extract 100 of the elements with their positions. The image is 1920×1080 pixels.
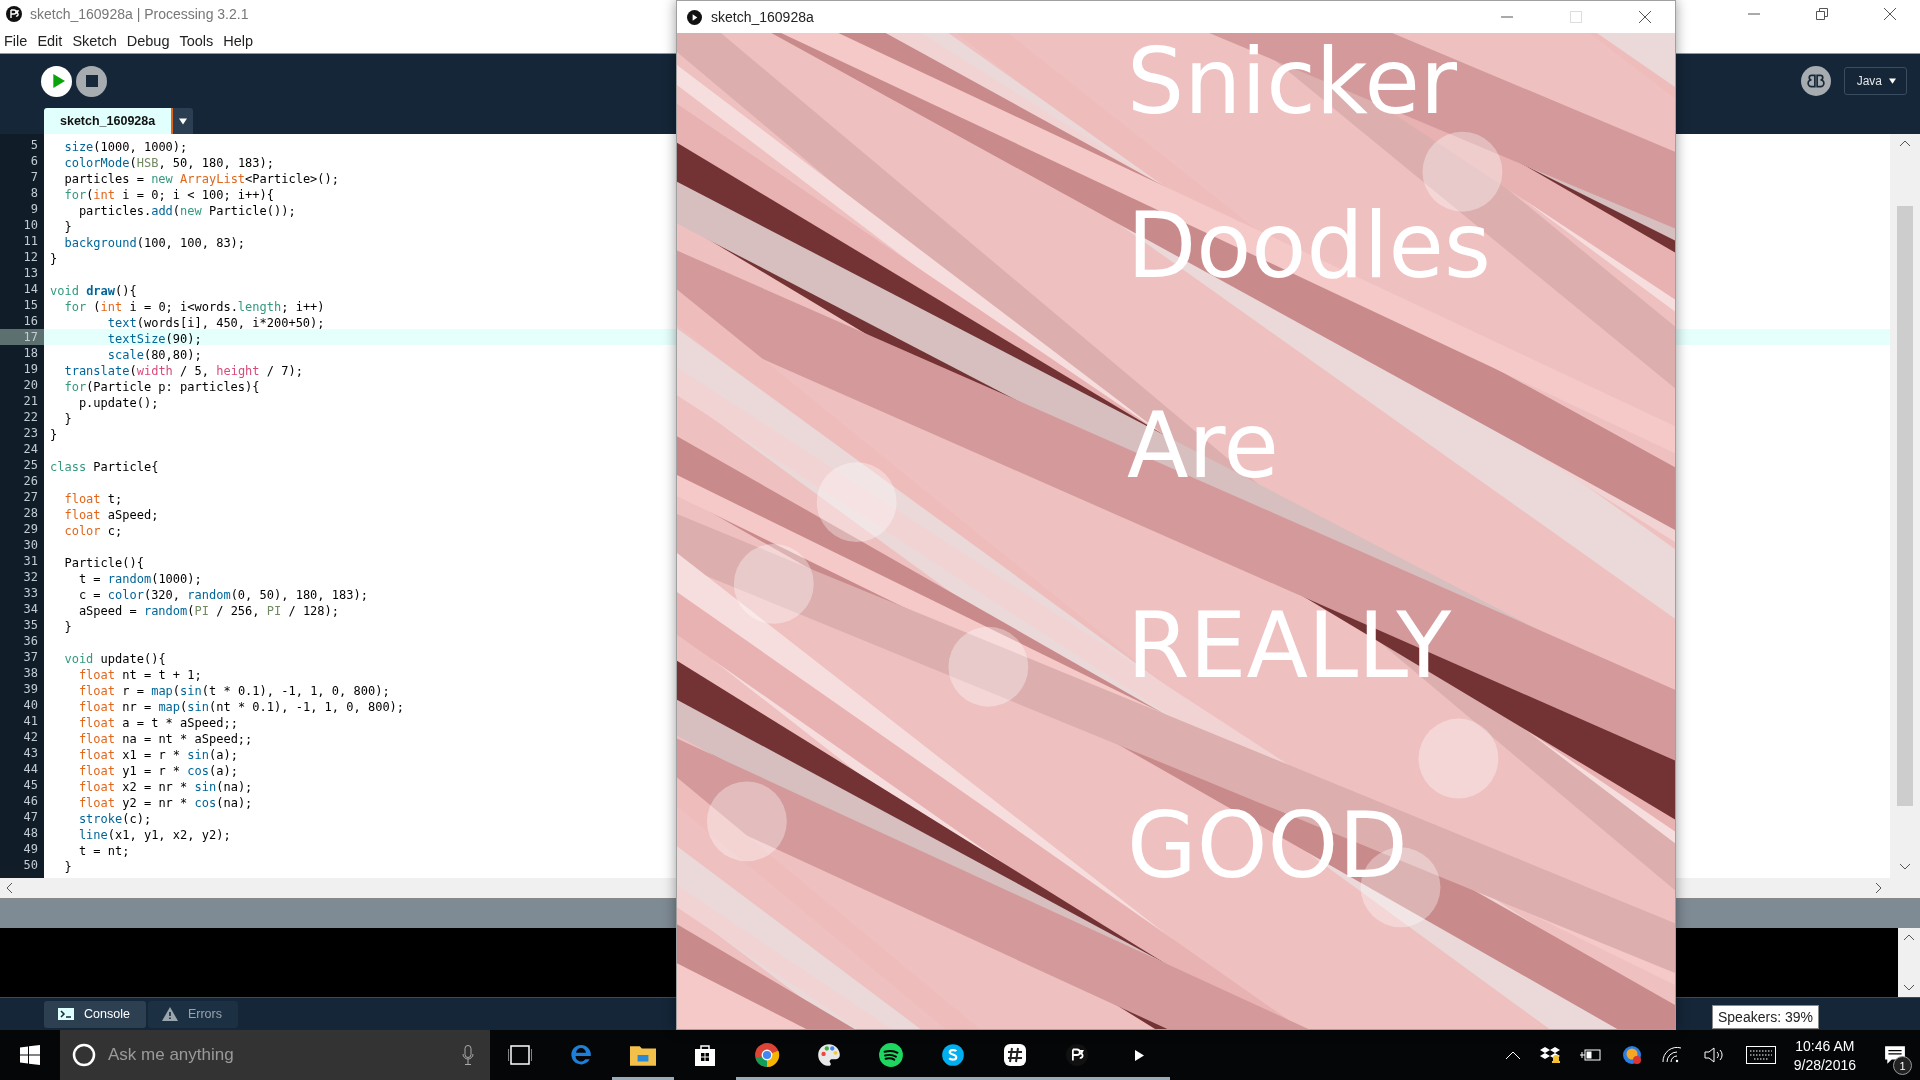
clock-date[interactable]: 9/28/2016 xyxy=(1793,1056,1856,1073)
code-line: text(words[i], 450, i*200+50); xyxy=(106,316,325,330)
panel-tab[interactable]: Console xyxy=(44,1000,146,1028)
line-number: 5 xyxy=(29,137,39,153)
arrow-left-icon[interactable] xyxy=(6,883,12,893)
line-number: 8 xyxy=(29,185,39,201)
line-number: 22 xyxy=(22,409,39,425)
code-line: color c; xyxy=(63,524,123,538)
code-line: float aSpeed; xyxy=(63,508,159,522)
arrow-down-icon[interactable] xyxy=(1900,864,1910,870)
search-field[interactable]: Ask me anything xyxy=(106,1044,452,1066)
line-number: 48 xyxy=(22,825,39,841)
code-line: for(int i = 0; i < 100; i++){ xyxy=(63,188,274,202)
close-icon[interactable] xyxy=(1884,8,1896,20)
line-number: 19 xyxy=(22,361,39,377)
arrow-right-icon[interactable] xyxy=(1876,883,1882,893)
window-title: sketch_160928a | Processing 3.2.1 xyxy=(30,6,249,22)
stop-button[interactable] xyxy=(76,65,107,97)
search-box[interactable]: Ask me anything xyxy=(60,1030,490,1080)
wifi-icon[interactable] xyxy=(1661,1047,1682,1063)
code-line: void draw(){ xyxy=(50,284,137,298)
menu-item[interactable]: Tools xyxy=(179,32,214,49)
code-line: float y2 = nr * cos(na); xyxy=(77,796,253,810)
tab-menu-button[interactable] xyxy=(173,108,194,134)
arrow-down-icon[interactable] xyxy=(1904,985,1914,991)
restore-icon[interactable] xyxy=(1816,8,1828,20)
code-line: c = color(320, random(0, 50), 180, 183); xyxy=(77,588,368,602)
caret-icon xyxy=(179,117,188,125)
line-number: 27 xyxy=(22,489,39,505)
clock-time[interactable]: 10:46 AM xyxy=(1795,1037,1855,1054)
code-line: float y1 = r * cos(a); xyxy=(77,764,238,778)
code-line: float x2 = nr * sin(na); xyxy=(77,780,253,794)
keyboard-icon[interactable] xyxy=(1745,1046,1776,1064)
menu-item[interactable]: Debug xyxy=(126,32,170,49)
panel-tab[interactable]: Errors xyxy=(147,1000,238,1028)
code-line: float na = nt * aSpeed;; xyxy=(77,732,253,746)
notification-badge: 1 xyxy=(1893,1056,1912,1075)
terminal-icon xyxy=(58,1008,74,1020)
chevron-up-icon[interactable] xyxy=(1505,1051,1520,1059)
code-line: colorMode(HSB, 50, 180, 183); xyxy=(63,156,274,170)
code-line: } xyxy=(50,428,58,442)
line-number: 45 xyxy=(22,777,39,793)
code-line: void update(){ xyxy=(63,652,166,666)
line-number: 11 xyxy=(22,233,39,249)
line-number: 7 xyxy=(29,169,39,185)
code-line: float nt = t + 1; xyxy=(77,668,202,682)
line-number: 13 xyxy=(22,265,39,281)
line-number: 39 xyxy=(22,681,39,697)
menu-item[interactable]: File xyxy=(4,32,28,49)
code-line: for (int i = 0; i<words.length; i++) xyxy=(63,300,325,314)
line-number: 20 xyxy=(22,377,39,393)
code-line: } xyxy=(63,620,72,634)
mode-dropdown[interactable]: Java xyxy=(1843,67,1907,95)
round-logo-icon[interactable] xyxy=(1621,1045,1642,1065)
processing-logo-icon xyxy=(6,6,22,22)
code-line: line(x1, y1, x2, y2); xyxy=(77,828,231,842)
open-box-icon[interactable] xyxy=(1539,1046,1560,1064)
code-line: t = nt; xyxy=(77,844,130,858)
code-line: float a = t * aSpeed;; xyxy=(77,716,238,730)
menu-item[interactable]: Edit xyxy=(37,32,63,49)
line-number: 29 xyxy=(22,521,39,537)
menu-item[interactable]: Sketch xyxy=(72,32,117,49)
line-number: 25 xyxy=(22,457,39,473)
line-number: 37 xyxy=(22,649,39,665)
line-number: 10 xyxy=(22,217,39,233)
arrow-up-icon[interactable] xyxy=(1904,934,1914,940)
line-number: 42 xyxy=(22,729,39,745)
line-number: 21 xyxy=(22,393,39,409)
windows-logo-icon xyxy=(20,1045,40,1065)
canvas-word: Are xyxy=(1127,401,1279,491)
code-line: translate(width / 5, height / 7); xyxy=(63,364,303,378)
line-number: 32 xyxy=(22,569,39,585)
line-number: 34 xyxy=(22,601,39,617)
line-number: 36 xyxy=(22,633,39,649)
code-line: scale(80,80); xyxy=(106,348,202,362)
line-number: 30 xyxy=(22,537,39,553)
code-line: } xyxy=(63,220,72,234)
canvas-word: GOOD xyxy=(1127,801,1408,891)
arrow-up-icon[interactable] xyxy=(1900,140,1910,146)
run-button[interactable] xyxy=(41,65,72,97)
code-line: } xyxy=(50,252,58,266)
scrollbar-thumb[interactable] xyxy=(1897,206,1913,806)
code-line: textSize(90); xyxy=(106,332,202,346)
editor-tab[interactable]: sketch_160928a xyxy=(44,108,174,134)
battery-icon[interactable] xyxy=(1579,1049,1602,1061)
microphone-icon[interactable] xyxy=(462,1045,474,1065)
code-line: stroke(c); xyxy=(77,812,152,826)
code-line: background(100, 100, 83); xyxy=(63,236,246,250)
canvas-word: Doodles xyxy=(1127,201,1491,291)
canvas-word: Snicker xyxy=(1127,37,1457,127)
close-icon[interactable] xyxy=(1639,11,1651,23)
task-view-icon[interactable] xyxy=(508,1045,532,1065)
speaker-icon[interactable] xyxy=(1703,1047,1724,1063)
line-number: 38 xyxy=(22,665,39,681)
menu-item[interactable]: Help xyxy=(223,32,254,49)
code-line: float r = map(sin(t * 0.1), -1, 1, 0, 800); xyxy=(77,684,390,698)
line-number: 6 xyxy=(29,153,39,169)
line-number: 35 xyxy=(22,617,39,633)
debugger-button[interactable] xyxy=(1800,66,1831,96)
caret-icon xyxy=(1889,78,1896,84)
